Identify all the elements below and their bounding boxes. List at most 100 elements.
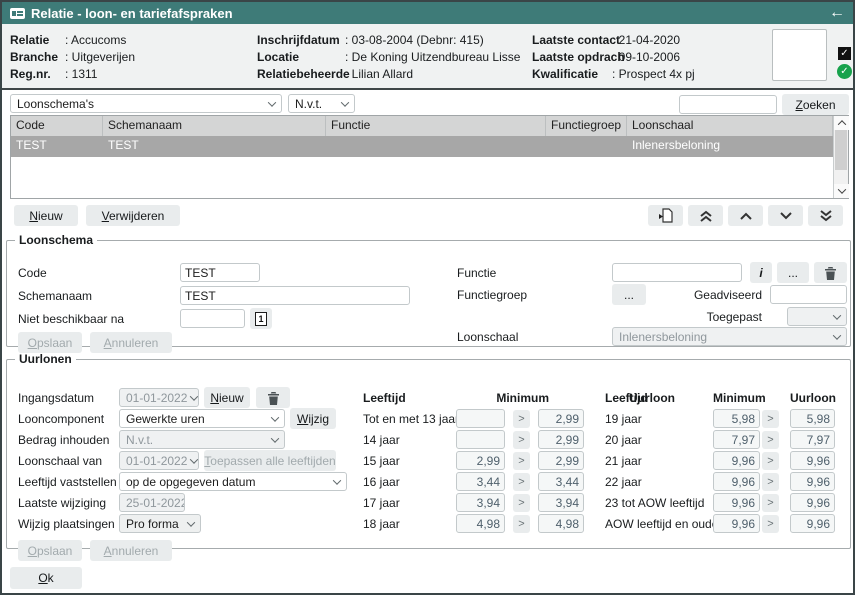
wijzig-button[interactable]: Wijzig [290, 408, 336, 429]
uurloon-input[interactable] [538, 472, 584, 491]
cell-functie [326, 136, 546, 157]
field-label: Laatste contact [532, 33, 612, 47]
uurloon-input[interactable] [538, 493, 584, 512]
uurloon-input[interactable] [538, 409, 584, 428]
minimum-input[interactable] [456, 430, 505, 449]
column-header[interactable]: Loonschaal [627, 116, 833, 136]
copy-minimum-button[interactable]: > [762, 431, 779, 449]
toegepast-select[interactable] [787, 307, 847, 326]
copy-minimum-button[interactable]: > [762, 410, 779, 428]
minimum-input[interactable] [713, 472, 760, 491]
ok-button[interactable]: Ok [10, 567, 82, 589]
uurloon-input[interactable] [790, 409, 835, 428]
minimum-input[interactable] [456, 472, 505, 491]
search-input[interactable] [679, 95, 777, 114]
move-down-button[interactable] [768, 205, 803, 226]
geadviseerd-input[interactable] [770, 285, 847, 304]
move-bottom-button[interactable] [808, 205, 843, 226]
schemanaam-input[interactable] [180, 286, 410, 305]
uurloon-input[interactable] [790, 430, 835, 449]
uurlonen-section: Uurlonen Ingangsdatum 01-01-2022 Nieuw L… [6, 352, 851, 549]
loonschemas-select[interactable]: Loonschema's [10, 94, 282, 113]
loonschaal-select[interactable]: Inlenersbeloning [612, 327, 847, 346]
nvt-select[interactable]: N.v.t. [288, 94, 355, 113]
scroll-down-icon[interactable] [834, 184, 849, 198]
minimum-input[interactable] [713, 514, 760, 533]
table-row-selected[interactable]: TEST TEST Inlenersbeloning [11, 136, 848, 157]
minimum-input[interactable] [456, 514, 505, 533]
zoeken-button[interactable]: Zoeken [782, 94, 849, 115]
loonschema-legend: Loonschema [15, 233, 97, 247]
uurloon-input[interactable] [790, 451, 835, 470]
loonschema-annuleren-button[interactable]: Annuleren [90, 332, 172, 353]
minimum-input[interactable] [713, 451, 760, 470]
loonschaal-van-select[interactable]: 01-01-2022 [119, 451, 199, 470]
column-header[interactable]: Schemanaam [103, 116, 326, 136]
column-header[interactable]: Functiegroep [546, 116, 627, 136]
leeftijd-vaststellen-select[interactable]: op de opgegeven datum [119, 472, 347, 491]
minimum-input[interactable] [456, 493, 505, 512]
uurloon-input[interactable] [790, 493, 835, 512]
copy-minimum-button[interactable]: > [762, 473, 779, 491]
toepassen-alle-leeftijden-button[interactable]: Toepassen alle leeftijden [204, 450, 336, 471]
column-header[interactable]: Code [11, 116, 103, 136]
loonschaal-van-value: 01-01-2022 [126, 454, 187, 468]
bedrag-inhouden-select[interactable]: N.v.t. [119, 430, 285, 449]
copy-minimum-button[interactable]: > [513, 452, 530, 470]
minimum-input[interactable] [713, 430, 760, 449]
chevron-down-icon [271, 434, 279, 442]
cell-functiegroep [546, 136, 627, 157]
photo-placeholder [772, 29, 827, 81]
age-label: 17 jaar [363, 496, 456, 510]
functiegroep-browse-button[interactable]: ... [612, 284, 646, 305]
copy-minimum-button[interactable]: > [513, 431, 530, 449]
scroll-up-icon[interactable] [834, 116, 849, 130]
functie-browse-button[interactable]: ... [777, 262, 809, 283]
uurloon-input[interactable] [538, 451, 584, 470]
copy-minimum-button[interactable]: > [513, 494, 530, 512]
functie-input[interactable] [612, 263, 742, 282]
minimum-input[interactable] [456, 451, 505, 470]
functie-delete-button[interactable] [814, 262, 847, 283]
code-label: Code [18, 266, 47, 280]
copy-minimum-button[interactable]: > [513, 473, 530, 491]
back-arrow-icon[interactable]: ← [829, 5, 845, 21]
copy-minimum-button[interactable]: > [513, 515, 530, 533]
niet-beschikbaar-input[interactable] [180, 309, 245, 328]
move-top-button[interactable] [688, 205, 723, 226]
copy-minimum-button[interactable]: > [762, 494, 779, 512]
minimum-input[interactable] [713, 493, 760, 512]
calendar-button[interactable]: 1 [250, 308, 272, 329]
export-document-button[interactable] [648, 205, 683, 226]
uurlonen-delete-button[interactable] [256, 387, 290, 408]
copy-minimum-button[interactable]: > [762, 515, 779, 533]
minimum-input[interactable] [713, 409, 760, 428]
loonschema-opslaan-button[interactable]: Opslaan [18, 332, 82, 353]
uurlonen-opslaan-button[interactable]: Opslaan [18, 540, 82, 561]
minimum-input[interactable] [456, 409, 505, 428]
ingangsdatum-select[interactable]: 01-01-2022 [119, 388, 199, 407]
verwijderen-button[interactable]: Verwijderen [86, 205, 180, 226]
info-button[interactable]: i [750, 262, 772, 283]
list-scrollbar[interactable] [833, 116, 848, 198]
ingangsdatum-value: 01-01-2022 [126, 391, 187, 405]
field-value: : 03-08-2004 (Debnr: 415) [345, 33, 484, 47]
column-header[interactable]: Functie [326, 116, 546, 136]
header-checkbox[interactable]: ✓ [838, 47, 851, 60]
field-label: Inschrijfdatum [257, 33, 345, 47]
uurloon-input[interactable] [790, 472, 835, 491]
uurloon-input[interactable] [538, 430, 584, 449]
wijzig-plaatsingen-select[interactable]: Pro forma [119, 514, 201, 533]
move-up-button[interactable] [728, 205, 763, 226]
uurloon-input[interactable] [538, 514, 584, 533]
code-input[interactable] [180, 263, 260, 282]
uurlonen-annuleren-button[interactable]: Annuleren [90, 540, 172, 561]
nieuw-button[interactable]: Nieuw [14, 205, 78, 226]
looncomponent-select[interactable]: Gewerkte uren [119, 409, 285, 428]
copy-minimum-button[interactable]: > [762, 452, 779, 470]
copy-minimum-button[interactable]: > [513, 410, 530, 428]
uurloon-input[interactable] [790, 514, 835, 533]
scrollbar-thumb[interactable] [835, 130, 847, 170]
uurlonen-nieuw-button[interactable]: Nieuw [204, 387, 250, 408]
age-label: 23 tot AOW leeftijd [605, 496, 713, 510]
